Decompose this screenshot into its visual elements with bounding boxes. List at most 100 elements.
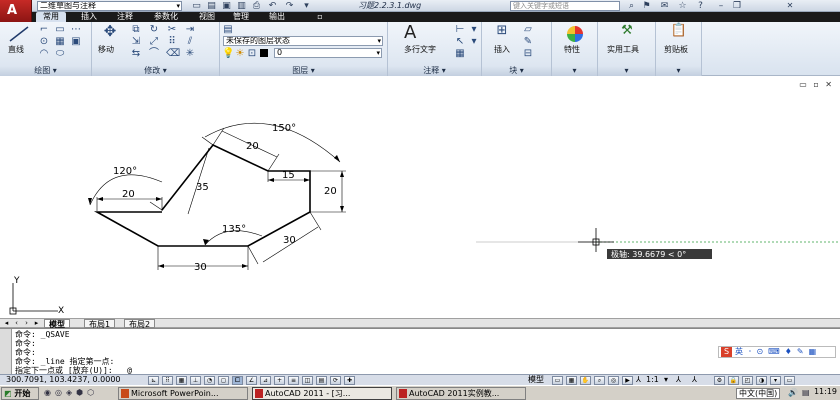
sun-icon[interactable]: ☀ [234,48,246,59]
tab-layout1[interactable]: 布局1 [84,319,116,329]
rotate-icon[interactable]: ↻ [148,24,160,35]
status-menu-icon[interactable]: ▾ [770,376,781,385]
clipboard-icon[interactable]: 📋 [670,24,688,41]
tab-model[interactable]: 模型 [44,319,70,329]
ducs-icon[interactable]: ⊿ [260,376,271,385]
tab-annotate[interactable]: 注释 [112,12,138,22]
ime-lang-label[interactable]: 英 [735,347,743,357]
extend-icon[interactable]: ⇥ [184,24,196,35]
lock-icon[interactable]: 🔒 [728,376,739,385]
application-menu-button[interactable]: A [0,0,32,22]
region-icon[interactable]: ▣ [70,36,82,47]
properties-panel-expand[interactable]: ▾ [552,66,597,76]
lineweight-icon[interactable]: ≡ [288,376,299,385]
save-icon[interactable]: ▣ [220,0,233,12]
infer-constraints-icon[interactable]: ⊾ [148,376,159,385]
start-button[interactable]: ◩ 开始 [1,387,39,400]
grid-display-icon[interactable]: ▦ [176,376,187,385]
redo-icon[interactable]: ↷ [283,0,296,12]
ellipse-icon[interactable]: ⬭ [54,48,66,59]
minimize-icon[interactable]: – [714,0,728,12]
close-icon[interactable]: ✕ [760,0,820,12]
viewport-controls[interactable]: ▭ ▫ ✕ [799,80,834,89]
leader-dropdown-icon[interactable]: ▾ [468,36,480,47]
prev-layout-icon[interactable]: ‹ [12,319,21,328]
rectangle-icon[interactable]: ▭ [54,24,66,35]
create-block-icon[interactable]: ▱ [522,24,534,35]
tab-insert[interactable]: 插入 [76,12,102,22]
tab-view[interactable]: 视图 [194,12,220,22]
leader-icon[interactable]: ↖ [454,36,466,47]
command-window[interactable]: 命令: _QSAVE 命令: 命令: 命令: _line 指定第一点: 指定下一… [0,328,840,375]
layer-properties-icon[interactable]: ▤ [222,24,234,35]
taskbar-item-powerpoint[interactable]: Microsoft PowerPoin... [118,387,248,400]
insert-block-icon[interactable]: ⊞ [492,24,512,41]
dynamic-input-icon[interactable]: + [274,376,285,385]
otrack-icon[interactable]: ∠ [246,376,257,385]
utilities-icon[interactable]: ⚒ [618,24,636,41]
erase-icon[interactable]: ⌫ [166,48,180,59]
ribbon-toggle-icon[interactable]: ▫ [312,12,328,22]
communication-icon[interactable]: ✉ [658,0,671,12]
trim-icon[interactable]: ✂ [166,24,178,35]
quick-launch-icons[interactable]: ◉◎◈⬢⬡ [44,388,98,397]
tab-parametric[interactable]: 参数化 [146,12,186,22]
scale-icon[interactable]: ⤢ [148,36,160,47]
hatch-icon[interactable]: ▦ [54,36,66,47]
volume-icon[interactable]: 🔊 [788,388,798,397]
showmotion-icon[interactable]: ▶ [622,376,633,385]
draw-more-icon[interactable]: ⋯ [70,24,82,35]
tab-layout2[interactable]: 布局2 [124,319,156,329]
clipboard-panel-expand[interactable]: ▾ [656,66,701,76]
restore-icon[interactable]: ❐ [730,0,744,12]
ortho-mode-icon[interactable]: ⊥ [190,376,201,385]
circle-icon[interactable]: ⊙ [38,36,50,47]
table-icon[interactable]: ▦ [454,48,466,59]
arc-icon[interactable]: ◠ [38,48,50,59]
polyline-icon[interactable]: ⌐ [38,24,50,35]
mtext-icon[interactable]: A [404,22,416,43]
save-as-icon[interactable]: ▥ [235,0,248,12]
undo-icon[interactable]: ↶ [266,0,279,12]
mirror-icon[interactable]: ⇆ [130,48,142,59]
quick-view-drawings-icon[interactable]: ▦ [566,376,577,385]
attribute-icon[interactable]: ⊟ [522,48,534,59]
last-layout-icon[interactable]: ▸ [32,319,41,328]
move-icon[interactable]: ✥ [100,24,120,42]
qat-dropdown-icon[interactable]: ▾ [300,0,313,12]
line-tool-icon[interactable] [8,25,30,43]
workspace-switch-icon[interactable]: ⚙ [714,376,725,385]
polar-tracking-icon[interactable]: ◔ [204,376,215,385]
layer-state-dropdown[interactable]: 未保存的图层状态 ▾ [223,36,383,46]
color-wheel-icon[interactable] [566,25,584,43]
hardware-acceleration-icon[interactable]: ◰ [742,376,753,385]
open-folder-icon[interactable]: ▤ [205,0,218,12]
edit-block-icon[interactable]: ✎ [522,36,534,47]
copy-icon[interactable]: ⧉ [130,24,142,35]
ime-tools-icons[interactable]: ˓⊙⌨♦✎▦ [749,347,821,357]
unlock-icon[interactable]: ⊡ [246,48,258,59]
lightbulb-icon[interactable]: 💡 [222,48,234,59]
network-icon[interactable]: ▤ [802,388,810,397]
search-input[interactable]: 键入关键字或短语 [510,1,620,11]
explode-icon[interactable]: ✳ [184,48,196,59]
annotation-visibility-icon[interactable]: ⅄ [676,375,681,385]
command-window-handle[interactable] [0,329,12,375]
offset-icon[interactable]: ⫽ [184,36,196,47]
dimension-icon[interactable]: ⊢ [454,24,466,35]
layers-panel-title[interactable]: 图层 ▾ [220,66,387,76]
utilities-panel-expand[interactable]: ▾ [598,66,655,76]
modify-panel-title[interactable]: 修改 ▾ [92,66,219,76]
annotation-scale[interactable]: 1:1 [646,375,659,385]
taskbar-item-autocad-2[interactable]: AutoCAD 2011实例教... [396,387,526,400]
fillet-icon[interactable]: ⌒ [148,48,160,59]
dimension-dropdown-icon[interactable]: ▾ [468,24,480,35]
array-icon[interactable]: ⠿ [166,36,178,47]
clean-screen-icon[interactable]: ▭ [784,376,795,385]
zoom-icon[interactable]: ⌕ [594,376,605,385]
workspace-dropdown[interactable]: 二维草图与注释 ▾ [37,1,182,11]
quick-view-layouts-icon[interactable]: ▭ [552,376,563,385]
layer-dropdown[interactable]: 0 ▾ [274,48,382,58]
subscription-icon[interactable]: ⚑ [640,0,653,12]
block-panel-title[interactable]: 块 ▾ [482,66,551,76]
